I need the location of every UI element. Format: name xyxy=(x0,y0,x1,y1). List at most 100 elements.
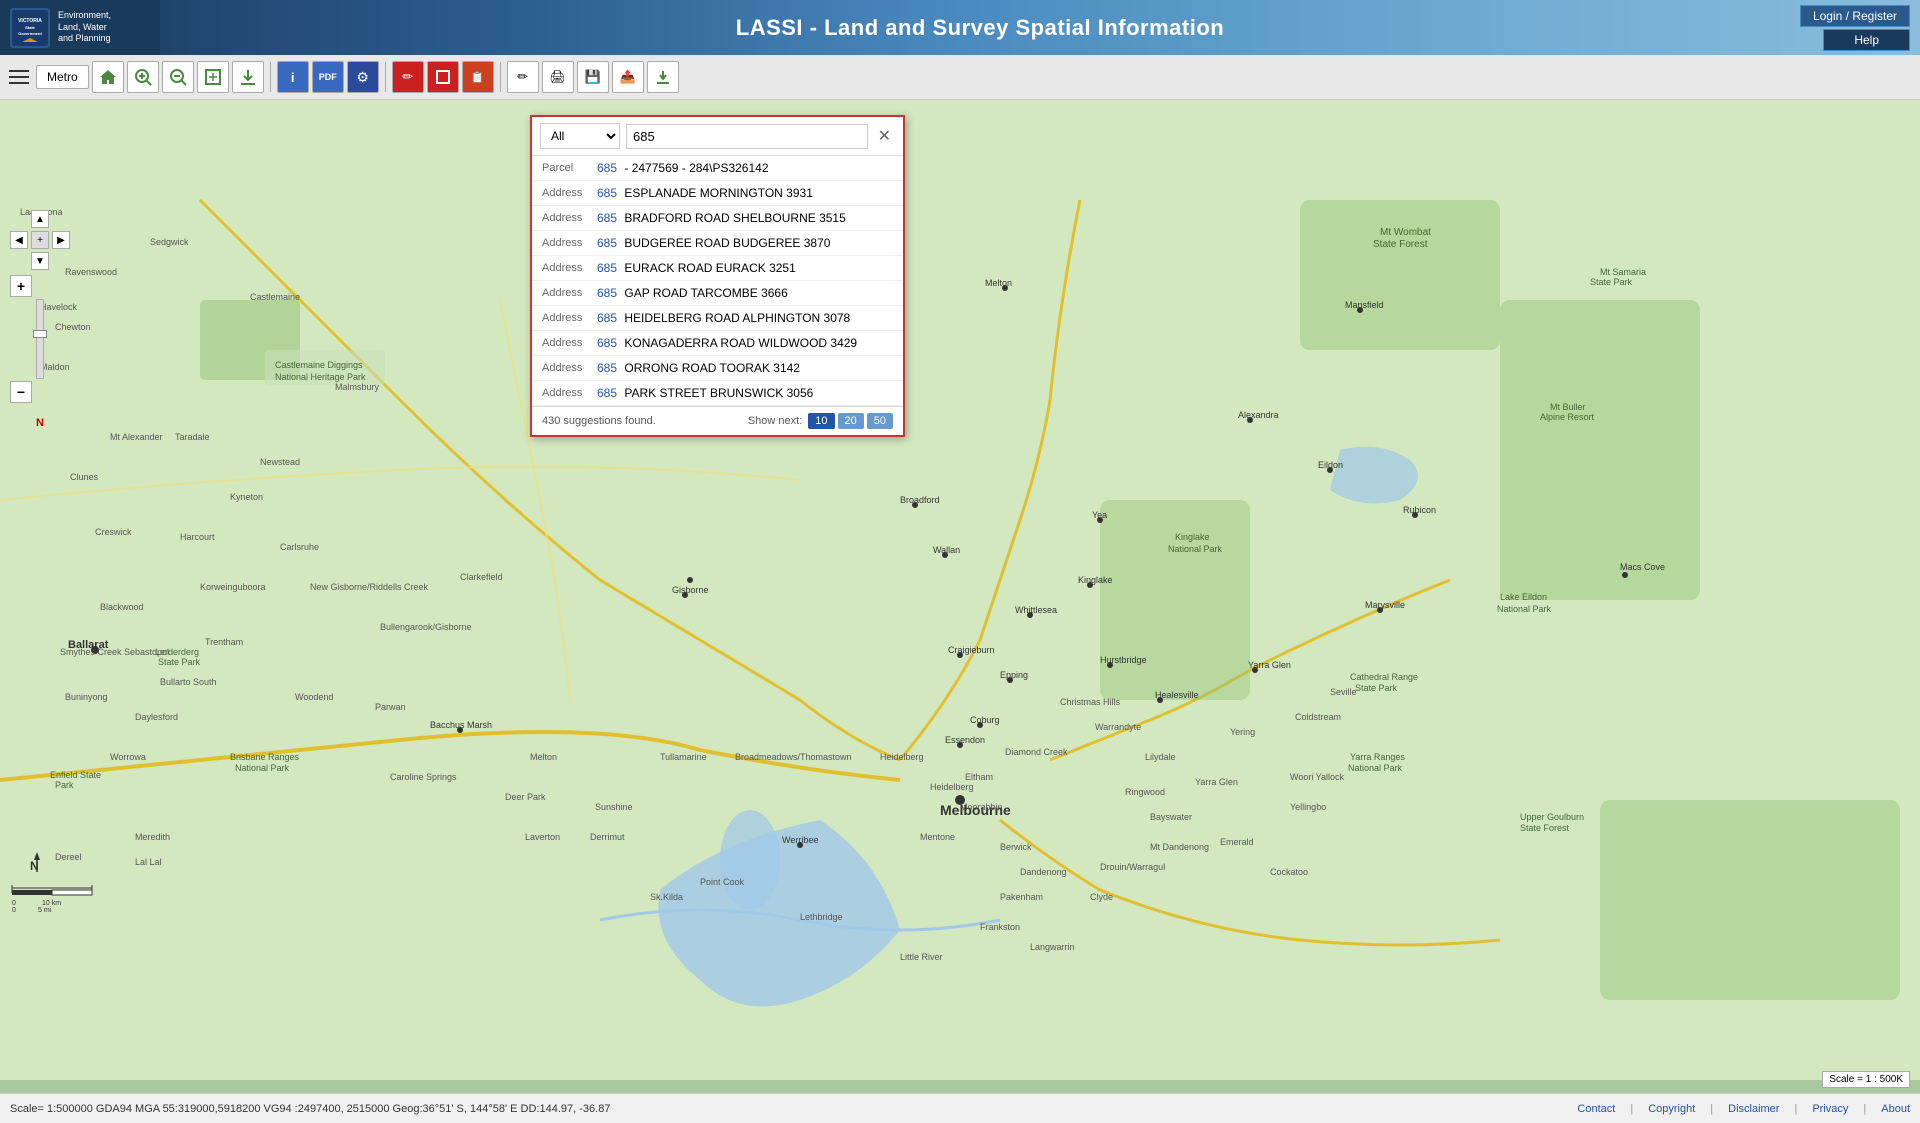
svg-text:Bullarto South: Bullarto South xyxy=(160,677,217,687)
pagination-50-button[interactable]: 50 xyxy=(867,413,893,429)
share-button[interactable]: 📤 xyxy=(612,61,644,93)
result-content[interactable]: 685 KONAGADERRA ROAD WILDWOOD 3429 xyxy=(597,336,857,350)
header: VICTORIA State Government Environment, L… xyxy=(0,0,1920,55)
home-button[interactable] xyxy=(92,61,124,93)
status-coordinates: Scale= 1:500000 GDA94 MGA 55:319000,5918… xyxy=(10,1103,1577,1115)
result-content[interactable]: 685 PARK STREET BRUNSWICK 3056 xyxy=(597,386,813,400)
result-content[interactable]: 685 HEIDELBERG ROAD ALPHINGTON 3078 xyxy=(597,311,850,325)
svg-text:Yarra Glen: Yarra Glen xyxy=(1248,660,1291,670)
search-result-row[interactable]: Address 685 ESPLANADE MORNINGTON 3931 xyxy=(532,181,903,206)
draw-button-2[interactable] xyxy=(427,61,459,93)
result-number: 685 xyxy=(597,286,617,300)
disclaimer-link[interactable]: Disclaimer xyxy=(1728,1103,1779,1115)
result-number: 685 xyxy=(597,211,617,225)
search-result-row[interactable]: Address 685 PARK STREET BRUNSWICK 3056 xyxy=(532,381,903,406)
result-description: ORRONG ROAD TOORAK 3142 xyxy=(624,361,800,375)
privacy-link[interactable]: Privacy xyxy=(1812,1103,1848,1115)
result-number: 685 xyxy=(597,186,617,200)
svg-text:Clyde: Clyde xyxy=(1090,892,1113,902)
login-register-button[interactable]: Login / Register xyxy=(1800,5,1910,27)
zoom-slider-thumb[interactable] xyxy=(33,330,47,338)
footer-links: Contact | Copyright | Disclaimer | Priva… xyxy=(1577,1103,1910,1115)
zoom-slider[interactable] xyxy=(36,299,44,379)
result-content[interactable]: 685 BRADFORD ROAD SHELBOURNE 3515 xyxy=(597,211,846,225)
svg-text:Coburg: Coburg xyxy=(970,715,1000,725)
search-result-row[interactable]: Parcel 685 - 2477569 - 284\PS326142 xyxy=(532,156,903,181)
result-content[interactable]: 685 - 2477569 - 284\PS326142 xyxy=(597,161,769,175)
zoom-in-button[interactable] xyxy=(127,61,159,93)
svg-text:Melton: Melton xyxy=(530,752,557,762)
separator xyxy=(270,62,271,92)
svg-text:Point Cook: Point Cook xyxy=(700,877,745,887)
result-content[interactable]: 685 EURACK ROAD EURACK 3251 xyxy=(597,261,796,275)
copyright-link[interactable]: Copyright xyxy=(1648,1103,1695,1115)
result-number: 685 xyxy=(597,311,617,325)
markup-button[interactable]: 📋 xyxy=(462,61,494,93)
svg-text:Eltham: Eltham xyxy=(965,772,993,782)
result-description: KONAGADERRA ROAD WILDWOOD 3429 xyxy=(624,336,857,350)
about-link[interactable]: About xyxy=(1881,1103,1910,1115)
hamburger-icon xyxy=(9,82,29,84)
search-type-dropdown[interactable]: All Parcel Address Property Locality xyxy=(540,123,620,149)
svg-text:Berwick: Berwick xyxy=(1000,842,1032,852)
svg-text:Yarra Glen: Yarra Glen xyxy=(1195,777,1238,787)
navigation-controls: ▲ ◀ + ▶ ▼ + − N xyxy=(10,210,70,443)
result-description: BRADFORD ROAD SHELBOURNE 3515 xyxy=(624,211,845,225)
search-result-row[interactable]: Address 685 HEIDELBERG ROAD ALPHINGTON 3… xyxy=(532,306,903,331)
menu-button[interactable] xyxy=(5,61,33,93)
pan-up-button[interactable]: ▲ xyxy=(31,210,49,228)
svg-text:Sk.Kilda: Sk.Kilda xyxy=(650,892,683,902)
result-type: Address xyxy=(542,237,597,249)
info-button[interactable]: i xyxy=(277,61,309,93)
pan-down-button[interactable]: ▼ xyxy=(31,252,49,270)
pan-center-button[interactable]: + xyxy=(31,231,49,249)
svg-text:Werribee: Werribee xyxy=(782,835,818,845)
svg-text:Woori Yallock: Woori Yallock xyxy=(1290,772,1345,782)
result-content[interactable]: 685 ORRONG ROAD TOORAK 3142 xyxy=(597,361,800,375)
help-button[interactable]: Help xyxy=(1823,29,1910,51)
hamburger-icon xyxy=(9,70,29,72)
pagination-10-button[interactable]: 10 xyxy=(808,413,834,429)
svg-text:Warrandyte: Warrandyte xyxy=(1095,722,1141,732)
map[interactable]: Castlemaine Diggings National Heritage P… xyxy=(0,100,1920,1080)
search-result-row[interactable]: Address 685 GAP ROAD TARCOMBE 3666 xyxy=(532,281,903,306)
settings-button[interactable]: ⚙ xyxy=(347,61,379,93)
metro-button[interactable]: Metro xyxy=(36,65,89,89)
download-button[interactable] xyxy=(232,61,264,93)
contact-link[interactable]: Contact xyxy=(1577,1103,1615,1115)
result-content[interactable]: 685 ESPLANADE MORNINGTON 3931 xyxy=(597,186,813,200)
pan-right-button[interactable]: ▶ xyxy=(52,231,70,249)
search-result-row[interactable]: Address 685 EURACK ROAD EURACK 3251 xyxy=(532,256,903,281)
zoom-out-button[interactable] xyxy=(162,61,194,93)
svg-text:Meredith: Meredith xyxy=(135,832,170,842)
svg-text:State Forest: State Forest xyxy=(1373,239,1428,250)
status-bar: Scale= 1:500000 GDA94 MGA 55:319000,5918… xyxy=(0,1093,1920,1123)
search-result-row[interactable]: Address 685 ORRONG ROAD TOORAK 3142 xyxy=(532,356,903,381)
export-button[interactable] xyxy=(647,61,679,93)
pagination-20-button[interactable]: 20 xyxy=(838,413,864,429)
result-content[interactable]: 685 BUDGEREE ROAD BUDGEREE 3870 xyxy=(597,236,830,250)
pdf-button[interactable]: PDF xyxy=(312,61,344,93)
draw-button-1[interactable]: ✏ xyxy=(392,61,424,93)
search-result-row[interactable]: Address 685 BUDGEREE ROAD BUDGEREE 3870 xyxy=(532,231,903,256)
result-description: GAP ROAD TARCOMBE 3666 xyxy=(624,286,787,300)
svg-text:Daylesford: Daylesford xyxy=(135,712,178,722)
print-button[interactable]: 🖨 xyxy=(542,61,574,93)
search-result-row[interactable]: Address 685 BRADFORD ROAD SHELBOURNE 351… xyxy=(532,206,903,231)
save-button[interactable]: 💾 xyxy=(577,61,609,93)
edit-button[interactable]: ✏ xyxy=(507,61,539,93)
zoom-out-map-button[interactable]: − xyxy=(10,381,32,403)
search-result-row[interactable]: Address 685 KONAGADERRA ROAD WILDWOOD 34… xyxy=(532,331,903,356)
svg-text:National Park: National Park xyxy=(235,763,290,773)
svg-text:5 mi: 5 mi xyxy=(38,907,52,914)
zoom-extent-button[interactable] xyxy=(197,61,229,93)
pan-left-button[interactable]: ◀ xyxy=(10,231,28,249)
zoom-in-map-button[interactable]: + xyxy=(10,275,32,297)
svg-text:Moorabbin: Moorabbin xyxy=(960,802,1003,812)
result-content[interactable]: 685 GAP ROAD TARCOMBE 3666 xyxy=(597,286,788,300)
search-close-button[interactable]: ✕ xyxy=(874,124,895,148)
svg-text:Brisbane Ranges: Brisbane Ranges xyxy=(230,752,300,762)
svg-text:Hurstbridge: Hurstbridge xyxy=(1100,655,1147,665)
search-input[interactable] xyxy=(626,124,868,149)
result-description: ESPLANADE MORNINGTON 3931 xyxy=(624,186,813,200)
